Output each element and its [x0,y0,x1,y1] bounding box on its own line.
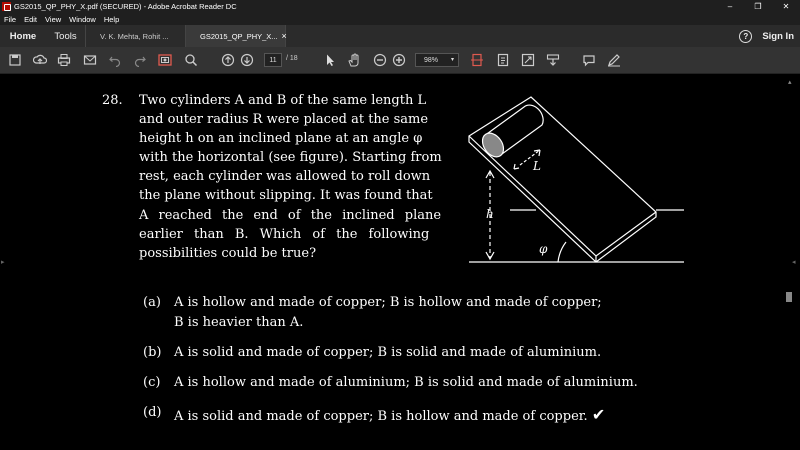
menu-file[interactable]: File [4,15,16,24]
scroll-mode-icon[interactable] [496,53,510,67]
maximize-button[interactable]: ❐ [744,0,772,13]
menu-bar: File Edit View Window Help [0,13,800,25]
option-d-text: A is solid and made of copper; B is holl… [174,405,605,424]
title-bar: GS2015_QP_PHY_X.pdf (SECURED) - Adobe Ac… [0,0,800,13]
figure-label-length: L [532,159,541,173]
document-tab-mehta[interactable]: V. K. Mehta, Rohit ... [86,25,186,47]
right-panel-toggle-icon[interactable]: ◂ [792,258,796,266]
page-up-icon[interactable] [221,53,235,67]
cloud-upload-icon[interactable] [33,53,47,67]
question-line: with the horizontal (see figure). Starti… [139,150,442,165]
snapshot-icon[interactable] [158,53,172,67]
tab-bar-right: ? Sign In [739,25,800,47]
option-a-text: A is hollow and made of copper; B is hol… [174,295,602,310]
option-a-text: B is heavier than A. [174,315,304,330]
question-line: earlier than B. Which of the following [139,227,430,242]
zoom-out-icon[interactable] [373,53,387,67]
question-line: rest, each cylinder was allowed to roll … [139,169,431,184]
search-icon[interactable] [184,53,198,67]
scroll-up-icon[interactable]: ▴ [788,78,792,86]
checkmark-icon: ✔ [591,405,606,424]
email-icon[interactable] [83,53,97,67]
toolbar: 11 / 18 98% ▾ [0,47,800,74]
page-down-icon[interactable] [240,53,254,67]
menu-window[interactable]: Window [69,15,96,24]
full-screen-icon[interactable] [521,53,535,67]
acrobat-app-icon [2,2,11,11]
document-tab-label: V. K. Mehta, Rohit ... [100,31,169,41]
figure-label-angle: φ [539,242,548,256]
zoom-in-icon[interactable] [392,53,406,67]
tab-bar: Home Tools V. K. Mehta, Rohit ... GS2015… [0,25,800,47]
hand-icon[interactable] [347,53,361,67]
document-tab-label: GS2015_QP_PHY_X... [200,31,278,41]
save-icon[interactable] [8,53,22,67]
question-line: Two cylinders A and B of the same length… [139,93,427,108]
tab-home[interactable]: Home [0,25,46,47]
document-page: 28. Two cylinders A and B of the same le… [0,74,784,450]
print-icon[interactable] [57,53,71,67]
select-pointer-icon[interactable] [323,53,337,67]
page-total: / 18 [286,55,298,62]
fit-page-icon[interactable] [470,53,484,67]
question-line: A reached the end of the inclined plane [139,208,442,223]
figure-label-height: h [486,207,494,221]
sign-in-button[interactable]: Sign In [762,31,794,42]
menu-help[interactable]: Help [104,15,119,24]
zoom-level-select[interactable]: 98% ▾ [415,53,459,67]
option-d-line: A is solid and made of copper; B is holl… [174,409,588,424]
question-line: and outer radius R were placed at the sa… [139,112,429,127]
scrollbar-thumb[interactable] [786,292,792,302]
menu-view[interactable]: View [45,15,61,24]
minimize-button[interactable]: – [716,0,744,13]
acrobat-window: GS2015_QP_PHY_X.pdf (SECURED) - Adobe Ac… [0,0,800,450]
close-tab-icon[interactable]: × [282,31,287,41]
undo-icon[interactable] [108,53,122,67]
window-title: GS2015_QP_PHY_X.pdf (SECURED) - Adobe Ac… [14,2,237,11]
redo-icon[interactable] [133,53,147,67]
menu-edit[interactable]: Edit [24,15,37,24]
read-mode-icon[interactable] [546,53,560,67]
question-number: 28. [102,93,123,108]
document-tab-gs2015[interactable]: GS2015_QP_PHY_X... × [186,25,287,47]
close-window-button[interactable]: ✕ [772,0,800,13]
question-line: the plane without slipping. It was found… [139,188,433,203]
question-line: possibilities could be true? [139,246,317,261]
option-a-label: (a) [143,295,161,310]
chevron-down-icon: ▾ [450,57,454,63]
help-icon[interactable]: ? [739,29,753,43]
page-number-input[interactable]: 11 [264,53,282,67]
option-c-label: (c) [143,375,161,390]
option-c-text: A is hollow and made of aluminium; B is … [174,375,638,390]
zoom-level-value: 98% [424,56,439,64]
sign-icon[interactable] [607,53,621,67]
option-b-label: (b) [143,345,162,360]
option-d-label: (d) [143,405,162,420]
option-b-text: A is solid and made of copper; B is soli… [174,345,602,360]
inclined-plane-figure: L h φ [468,96,684,263]
window-controls: – ❐ ✕ [716,0,800,13]
comment-icon[interactable] [582,53,596,67]
tab-tools[interactable]: Tools [46,25,86,47]
question-line: height h on an inclined plane at an angl… [139,131,423,146]
